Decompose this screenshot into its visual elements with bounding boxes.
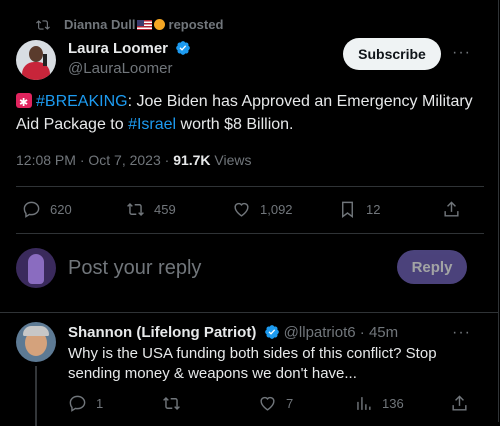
us-flag-icon <box>136 19 152 30</box>
like-action[interactable]: 1,092 <box>232 200 293 219</box>
share-icon <box>444 201 459 217</box>
reply-author-name[interactable]: Shannon (Lifelong Patriot) <box>68 324 256 341</box>
views-count: 136 <box>382 396 404 411</box>
repost-label: reposted <box>168 17 224 32</box>
views-icon <box>357 397 371 410</box>
more-icon[interactable]: ··· <box>452 44 471 62</box>
reply-input[interactable] <box>68 252 318 284</box>
reply-header: Shannon (Lifelong Patriot) @llpatriot6 ·… <box>68 324 398 341</box>
views-action[interactable]: 136 <box>354 394 404 413</box>
tweet-text-part2: worth $8 Billion. <box>176 116 294 133</box>
views-count: 91.7K <box>173 152 211 168</box>
thread-line <box>35 366 37 426</box>
share-action[interactable] <box>442 200 461 219</box>
author-handle[interactable]: @LauraLoomer <box>68 60 172 77</box>
reply-handle[interactable]: @llpatriot6 <box>284 324 356 341</box>
repost-icon <box>127 202 144 217</box>
repost-icon <box>36 19 50 30</box>
divider <box>0 312 498 313</box>
author-name-row[interactable]: Laura Loomer <box>68 40 191 57</box>
like-icon <box>260 396 275 411</box>
author-name[interactable]: Laura Loomer <box>68 40 168 57</box>
like-count: 1,092 <box>260 202 293 217</box>
like-action[interactable]: 7 <box>258 394 293 413</box>
orange-icon <box>153 19 165 30</box>
like-icon <box>234 202 249 217</box>
share-icon <box>452 395 467 411</box>
avatar[interactable] <box>16 248 56 288</box>
hashtag-breaking[interactable]: #BREAKING <box>36 93 128 110</box>
reply-action[interactable]: 1 <box>68 394 103 413</box>
reply-text: Why is the USA funding both sides of thi… <box>68 345 437 382</box>
share-action[interactable] <box>450 394 469 413</box>
divider <box>16 233 484 234</box>
hashtag-israel[interactable]: #Israel <box>128 116 176 133</box>
verified-icon <box>176 41 191 55</box>
repost-user[interactable]: Dianna Dull <box>64 17 136 32</box>
tweet-time[interactable]: 12:08 PM · Oct 7, 2023 · <box>16 152 173 168</box>
siren-icon <box>16 92 32 115</box>
reply-button[interactable]: Reply <box>397 250 467 284</box>
bookmark-count: 12 <box>366 202 381 217</box>
tweet-text: #BREAKING: Joe Biden has Approved an Eme… <box>16 90 486 136</box>
reply-icon <box>23 201 40 218</box>
reply-count: 620 <box>50 202 72 217</box>
avatar[interactable] <box>16 40 56 80</box>
like-count: 7 <box>286 396 294 411</box>
more-icon[interactable]: ··· <box>452 324 471 342</box>
repost-icon <box>163 396 180 411</box>
subscribe-button[interactable]: Subscribe <box>343 38 441 70</box>
repost-header[interactable]: Dianna Dull reposted <box>36 17 223 32</box>
avatar[interactable] <box>16 322 56 362</box>
tweet-meta: 12:08 PM · Oct 7, 2023 · 91.7K Views <box>16 152 252 168</box>
repost-count: 459 <box>154 202 176 217</box>
divider <box>16 186 484 187</box>
bookmark-icon <box>342 201 353 219</box>
reply-icon <box>69 395 86 412</box>
reply-count: 1 <box>96 396 104 411</box>
repost-action[interactable]: 459 <box>126 200 176 219</box>
verified-icon <box>264 325 279 339</box>
views-label: Views <box>210 152 252 168</box>
reply-time[interactable]: · 45m <box>356 324 398 341</box>
reply-action[interactable]: 620 <box>22 200 72 219</box>
repost-action[interactable] <box>162 394 181 413</box>
bookmark-action[interactable]: 12 <box>338 200 380 219</box>
